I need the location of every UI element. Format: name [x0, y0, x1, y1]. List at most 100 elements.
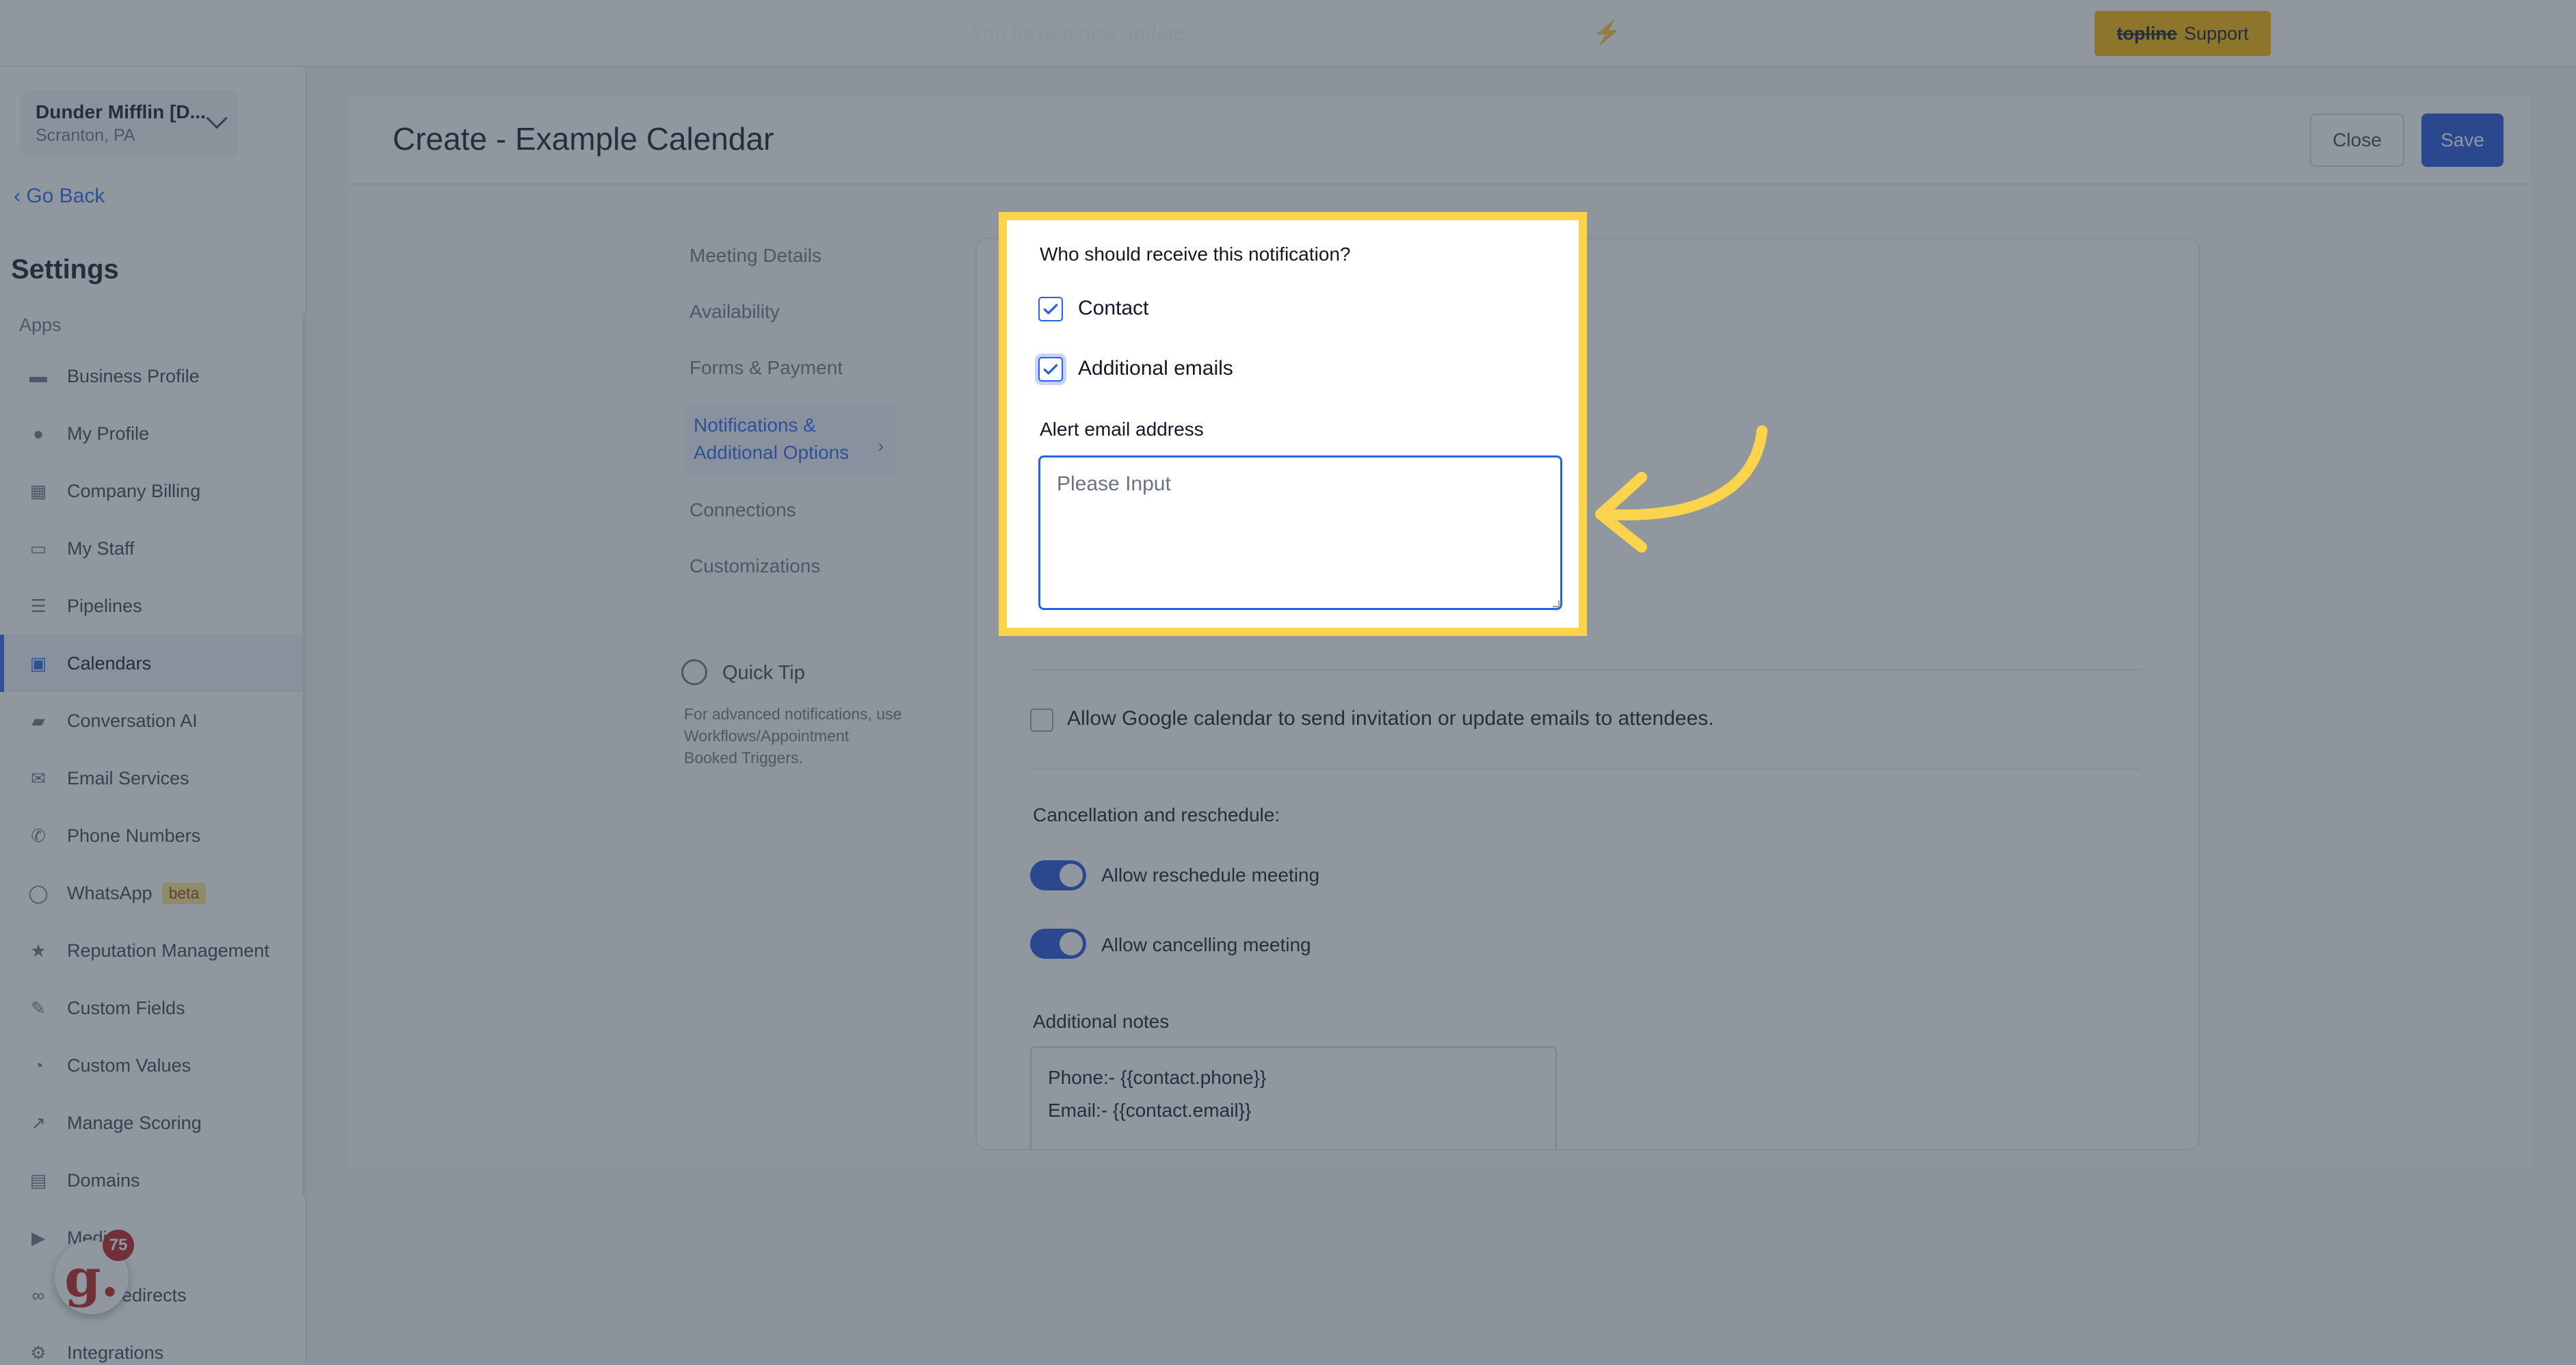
sidebar-item-label: Custom Fields: [67, 997, 185, 1018]
contact-checkbox[interactable]: [1038, 297, 1063, 321]
sidebar-item-whatsapp[interactable]: ◯ WhatsApp beta: [0, 864, 305, 922]
sidebar-item-label: My Staff: [67, 538, 135, 559]
support-label: Support: [2183, 23, 2249, 44]
star-icon: ★: [30, 940, 47, 961]
sidebar-item-label: WhatsApp: [67, 882, 153, 903]
sidebar-item-my-profile[interactable]: ● My Profile: [0, 405, 305, 462]
google-calendar-checkbox[interactable]: [1030, 708, 1053, 732]
sidebar-item-label: Company Billing: [67, 480, 201, 501]
subnav-notifications-line2: Additional Options: [694, 442, 850, 463]
support-brand: topline: [2116, 23, 2177, 44]
additional-emails-checkbox[interactable]: [1038, 357, 1063, 382]
sidebar-item-company-billing[interactable]: ▦ Company Billing: [0, 462, 305, 520]
notes-line-email: Email:- {{contact.email}}: [1048, 1100, 1252, 1121]
chevron-down-icon: [206, 107, 228, 129]
subnav-forms-payment[interactable]: Forms & Payment: [684, 357, 896, 379]
chat-icon: ▰: [31, 710, 45, 731]
sidebar-item-email-services[interactable]: ✉ Email Services: [0, 750, 305, 807]
subnav-connections[interactable]: Connections: [684, 499, 896, 521]
cancelling-toggle[interactable]: [1030, 929, 1086, 959]
reschedule-label: Allow reschedule meeting: [1101, 864, 1320, 886]
page-title: Create - Example Calendar: [393, 121, 774, 157]
domains-icon: ▤: [29, 1169, 47, 1191]
save-button[interactable]: Save: [2421, 114, 2503, 167]
link-icon: ∞: [31, 1284, 45, 1306]
location-sub: Scranton, PA: [36, 126, 135, 145]
guide-badge: 75: [103, 1230, 134, 1261]
close-button[interactable]: Close: [2310, 114, 2404, 167]
sidebar-item-label: Email Services: [67, 767, 189, 788]
check-icon: [1043, 364, 1058, 375]
beta-badge: beta: [161, 882, 207, 904]
sidebar-item-label: Domains: [67, 1169, 140, 1191]
quick-tip-body: For advanced notifications, use Workflow…: [684, 705, 902, 767]
sidebar-item-manage-scoring[interactable]: ↗ Manage Scoring: [0, 1094, 305, 1152]
annotation-arrow-icon: [1595, 425, 1767, 553]
sidebar-scrollbar[interactable]: [302, 313, 305, 1195]
briefcase-icon: ▬: [29, 365, 47, 386]
sidebar-item-calendars[interactable]: ▣ Calendars: [0, 635, 305, 692]
settings-title: Settings: [11, 254, 119, 284]
lightning-icon[interactable]: ⚡: [1592, 19, 1621, 47]
notes-line-phone: Phone:- {{contact.phone}}: [1048, 1067, 1267, 1088]
apps-label: Apps: [19, 315, 62, 335]
chevron-left-icon: ‹: [14, 185, 27, 207]
custom-fields-icon: ✎: [31, 997, 46, 1018]
go-back-label: Go Back: [26, 185, 105, 207]
additional-notes-input[interactable]: Phone:- {{contact.phone}} Email:- {{cont…: [1030, 1046, 1557, 1150]
video-icon: ▶: [31, 1227, 45, 1248]
alert-email-input[interactable]: [1038, 455, 1562, 610]
sidebar-item-domains[interactable]: ▤ Domains: [0, 1152, 305, 1209]
sidebar-item-pipelines[interactable]: ☰ Pipelines: [0, 577, 305, 635]
chevron-right-icon: ›: [878, 436, 884, 456]
sidebar-item-my-staff[interactable]: ▭ My Staff: [0, 520, 305, 577]
recipients-question: Who should receive this notification?: [1040, 243, 1351, 265]
reschedule-toggle[interactable]: [1030, 860, 1086, 890]
sidebar: Dunder Mifflin [D... Scranton, PA ‹ Go B…: [0, 67, 306, 1365]
location-name: Dunder Mifflin [D...: [36, 101, 206, 122]
sidebar-item-custom-fields[interactable]: ✎ Custom Fields: [0, 979, 305, 1037]
sidebar-item-reputation-management[interactable]: ★ Reputation Management: [0, 922, 305, 979]
support-button[interactable]: topline Support: [2094, 11, 2271, 56]
sidebar-item-label: Conversation AI: [67, 710, 198, 731]
whatsapp-icon: ◯: [28, 882, 49, 903]
alert-email-label: Alert email address: [1040, 419, 1204, 440]
sidebar-item-business-profile[interactable]: ▬ Business Profile: [0, 347, 305, 405]
sidebar-item-label: Manage Scoring: [67, 1112, 202, 1133]
sidebar-item-url-redirects[interactable]: ∞ URL Redirects: [0, 1267, 305, 1324]
sidebar-item-integrations[interactable]: ⚙ Integrations: [0, 1324, 305, 1365]
sidebar-item-label: Calendars: [67, 652, 152, 674]
lightbulb-icon: [681, 659, 707, 685]
resize-handle[interactable]: [1553, 600, 1560, 607]
filter-icon: ☰: [30, 595, 47, 616]
subnav-notifications-line1: Notifications &: [694, 414, 816, 436]
additional-emails-label: Additional emails: [1078, 357, 1233, 380]
subnav-availability[interactable]: Availability: [684, 301, 896, 323]
chart-icon: ↗: [31, 1112, 46, 1133]
sidebar-item-media[interactable]: ▶ Media: [0, 1209, 305, 1267]
divider: [1030, 769, 2141, 770]
sidebar-item-phone-numbers[interactable]: ✆ Phone Numbers: [0, 807, 305, 864]
cancelling-label: Allow cancelling meeting: [1101, 934, 1311, 955]
location-switcher[interactable]: Dunder Mifflin [D... Scranton, PA: [21, 90, 238, 156]
calendar-icon: ▣: [29, 652, 47, 674]
email-icon: ✉: [31, 767, 46, 788]
check-icon: [1043, 304, 1058, 315]
divider: [1030, 669, 2141, 670]
go-back-link[interactable]: ‹ Go Back: [14, 185, 105, 208]
additional-notes-title: Additional notes: [1033, 1011, 1170, 1032]
notification-recipients-panel: Who should receive this notification? Co…: [999, 212, 1587, 636]
grid-icon: ▦: [29, 480, 47, 501]
subnav-meeting-details[interactable]: Meeting Details: [684, 245, 896, 267]
sidebar-item-label: Phone Numbers: [67, 825, 201, 846]
subnav-notifications[interactable]: Notifications & Additional Options ›: [684, 405, 896, 475]
phone-icon: ✆: [31, 825, 46, 846]
staff-icon: ▭: [29, 538, 47, 559]
sidebar-item-custom-values[interactable]: ◔ Custom Values: [0, 1037, 305, 1094]
sidebar-item-label: My Profile: [67, 423, 150, 444]
subnav-customizations[interactable]: Customizations: [684, 555, 896, 577]
google-calendar-label: Allow Google calendar to send invitation…: [1067, 707, 1714, 730]
sidebar-item-conversation-ai[interactable]: ▰ Conversation AI: [0, 692, 305, 750]
page-header: Create - Example Calendar Close Save: [349, 96, 2531, 185]
pie-icon: ◔: [33, 1055, 44, 1076]
